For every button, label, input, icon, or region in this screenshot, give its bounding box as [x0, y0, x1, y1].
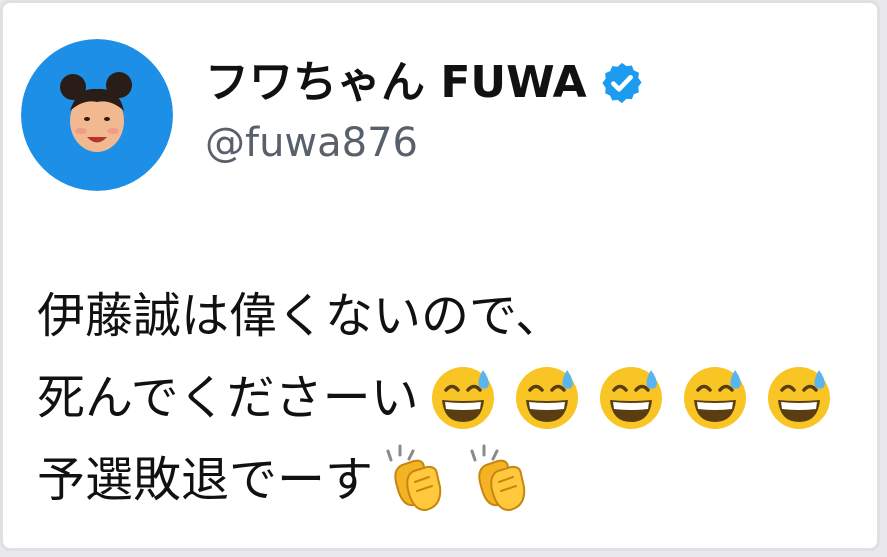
author-display-name[interactable]: フワちゃん FUWA — [205, 61, 587, 105]
grinning-face-with-sweat-icon — [427, 362, 499, 434]
tweet-line-1: 伊藤誠は偉くないので、 — [37, 275, 835, 357]
grinning-face-with-sweat-icon — [595, 362, 667, 434]
tweet-line-3-text: 予選敗退でーす — [37, 452, 374, 508]
tweet-text: 伊藤誠は偉くないので、 死んでくださーい 予選敗退でーす — [37, 275, 835, 521]
clapping-hands-icon — [465, 444, 537, 516]
clapping-hands-icon — [381, 444, 453, 516]
author-handle[interactable]: @fuwa876 — [205, 123, 418, 163]
tweet-line-2-text: 死んでくださーい — [37, 370, 419, 426]
tweet-line-1-text: 伊藤誠は偉くないので、 — [37, 288, 564, 344]
tweet-card: フワちゃん FUWA @fuwa876 伊藤誠は偉くないので、 死んでくださーい — [0, 0, 880, 551]
grinning-face-with-sweat-icon — [763, 362, 835, 434]
verified-badge-icon — [599, 60, 645, 106]
tweet-line-3: 予選敗退でーす — [37, 439, 835, 521]
clapping-emoji-row — [381, 444, 537, 516]
sweat-smile-emoji-row — [427, 362, 835, 434]
tweet-line-2: 死んでくださーい — [37, 357, 835, 439]
grinning-face-with-sweat-icon — [679, 362, 751, 434]
grinning-face-with-sweat-icon — [511, 362, 583, 434]
author-name-row: フワちゃん FUWA — [205, 55, 645, 111]
avatar[interactable] — [21, 39, 173, 191]
